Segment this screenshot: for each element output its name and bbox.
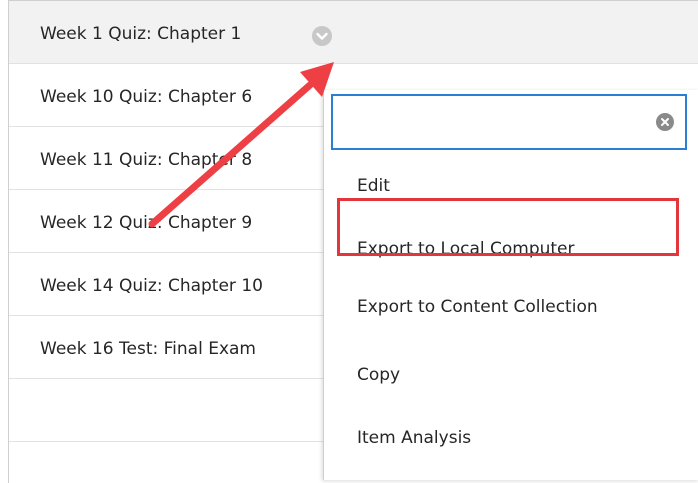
row-title[interactable]: Week 11 Quiz: Chapter 8 [40, 149, 252, 171]
chevron-down-icon[interactable] [312, 26, 332, 46]
menu-item-export-local[interactable]: Export to Local Computer [324, 218, 698, 280]
menu-item-copy[interactable]: Copy [324, 344, 698, 406]
menu-item-label: Item Analysis [357, 428, 472, 448]
menu-item-label: Edit [357, 176, 390, 196]
row-title[interactable]: Week 12 Quiz: Chapter 9 [40, 212, 252, 234]
menu-item-label: Export to Local Computer [357, 239, 575, 259]
row-title[interactable]: Week 1 Quiz: Chapter 1 [40, 23, 241, 45]
menu-item-item-analysis[interactable]: Item Analysis [324, 407, 698, 469]
menu-item-export-collection[interactable]: Export to Content Collection [324, 276, 698, 338]
table-row[interactable]: Week 1 Quiz: Chapter 1 [9, 1, 698, 64]
menu-item-label: Copy [357, 365, 401, 385]
context-menu: Edit Export to Local Computer Export to … [323, 90, 698, 480]
menu-item-label: Export to Content Collection [357, 297, 598, 317]
row-title[interactable]: Week 14 Quiz: Chapter 10 [40, 275, 263, 297]
row-title[interactable]: Week 10 Quiz: Chapter 6 [40, 86, 252, 108]
clear-icon[interactable] [656, 113, 674, 131]
menu-filter-input[interactable] [343, 108, 647, 138]
menu-filter-field[interactable] [331, 94, 687, 150]
row-title[interactable]: Week 16 Test: Final Exam [40, 338, 256, 360]
menu-item-edit[interactable]: Edit [324, 155, 698, 217]
